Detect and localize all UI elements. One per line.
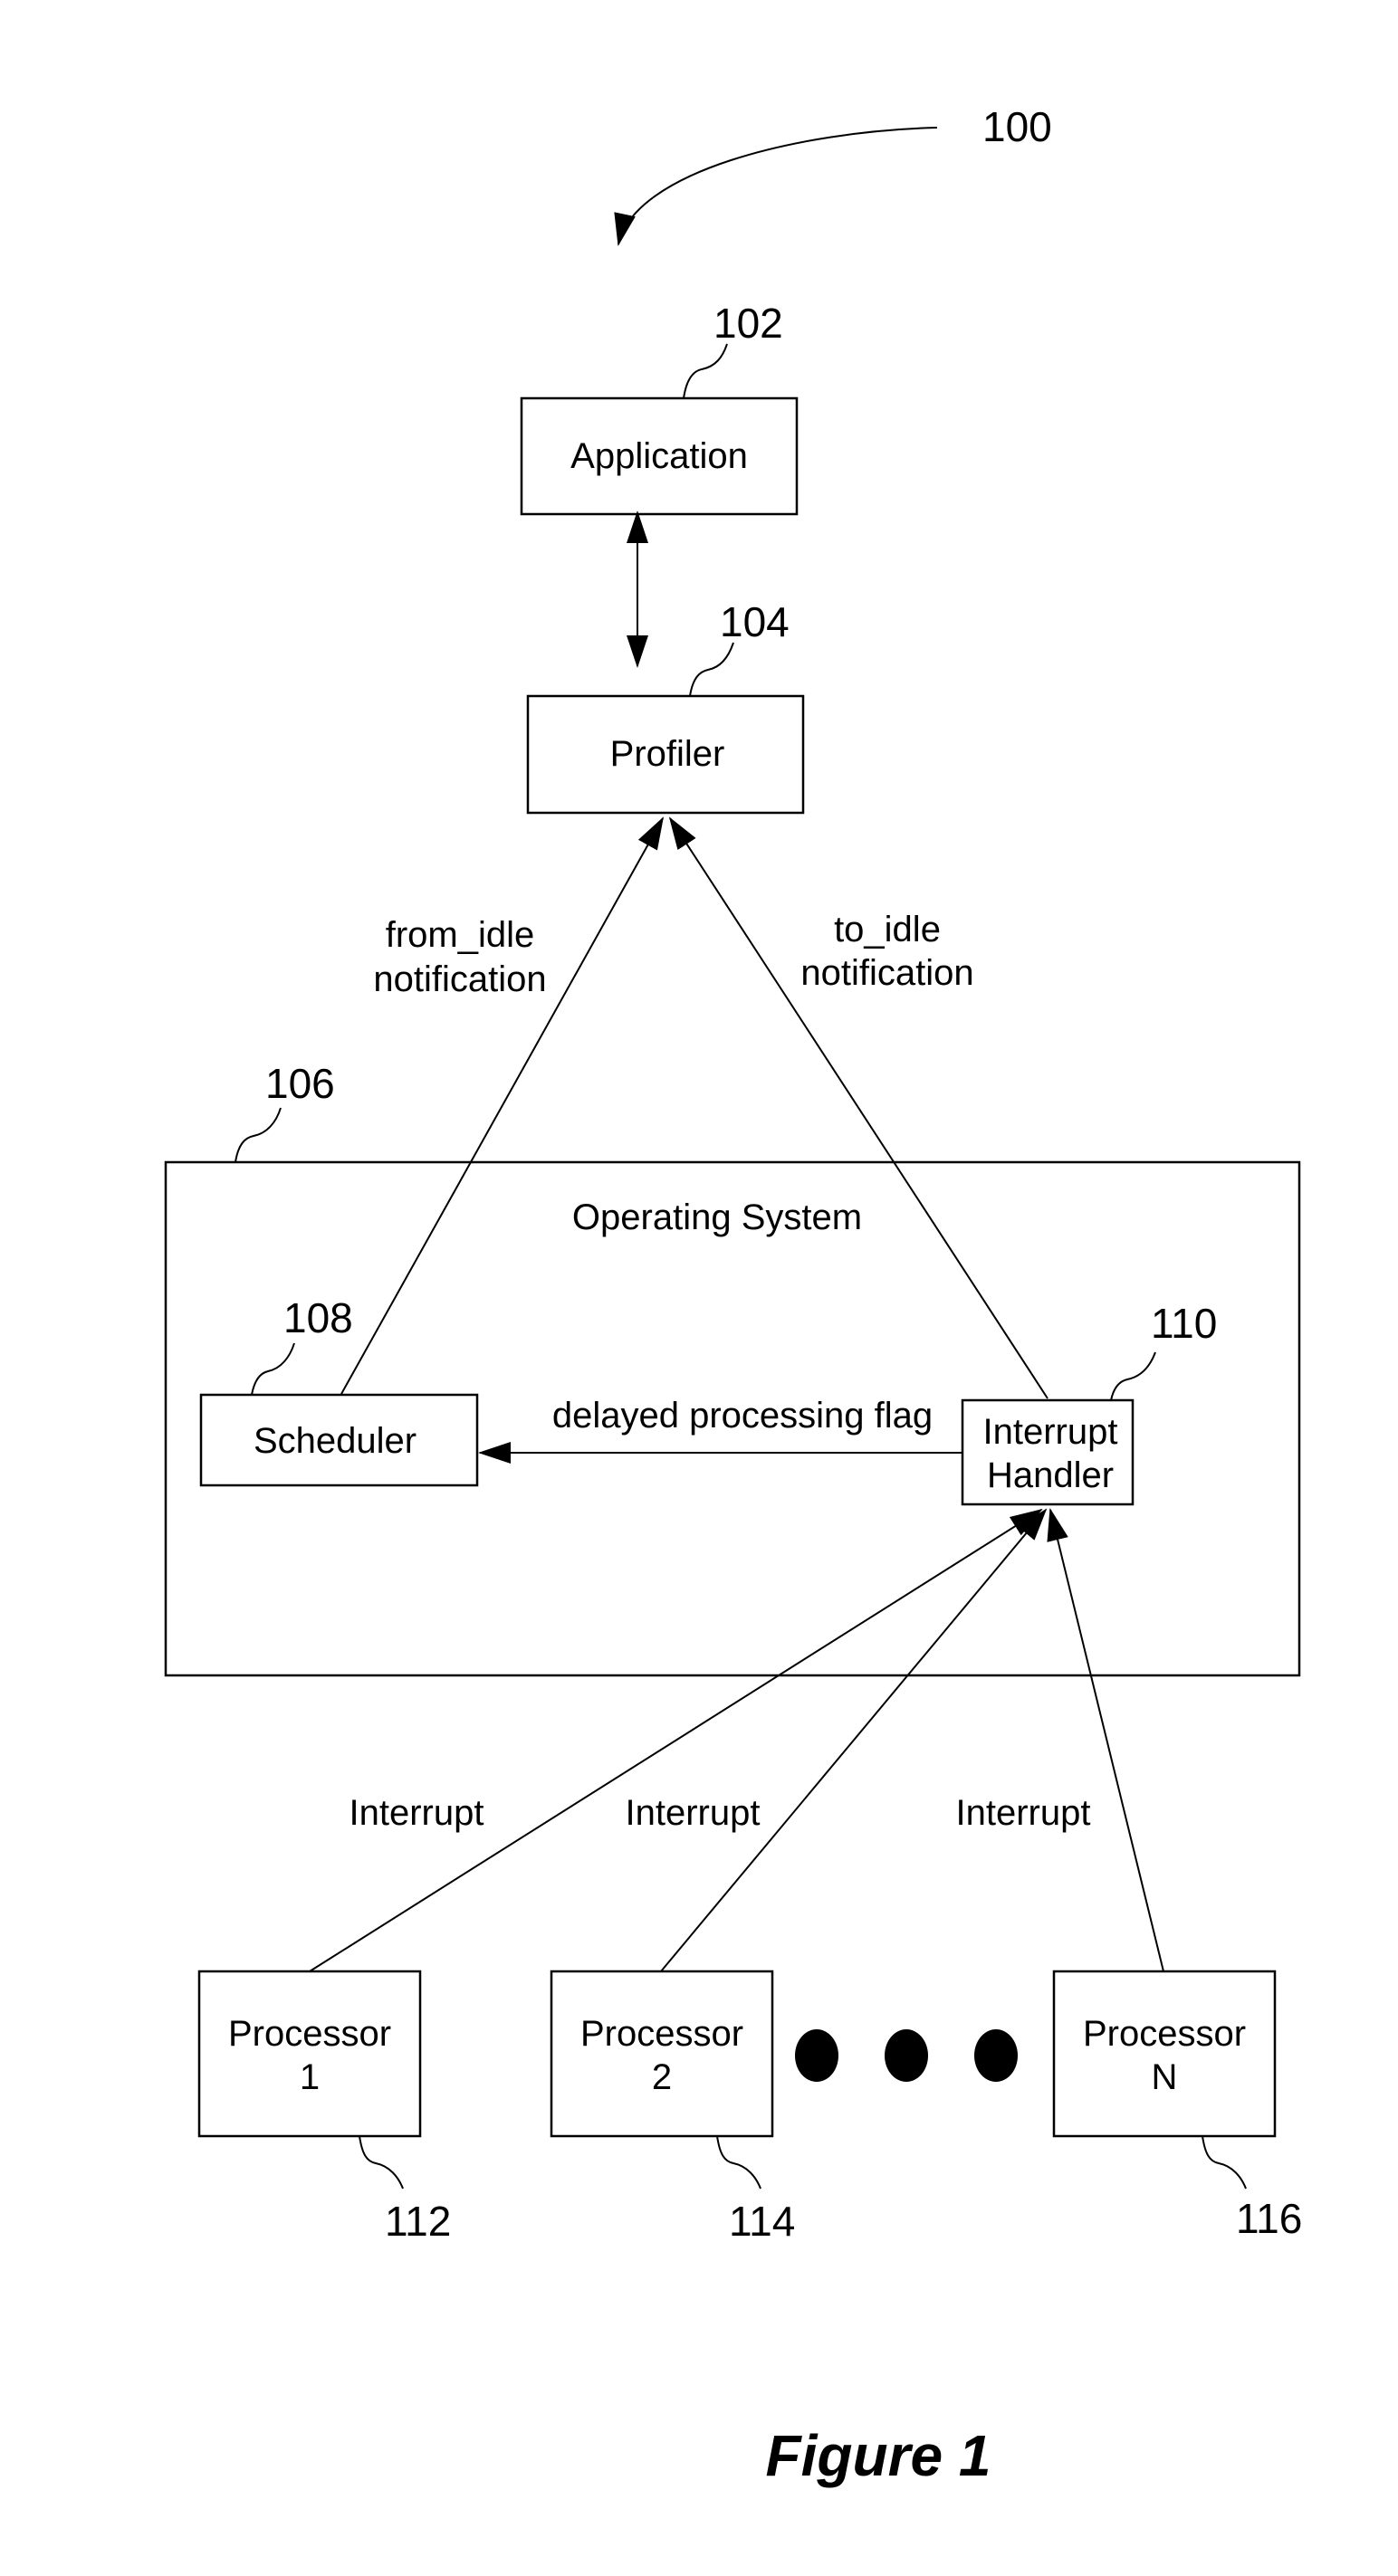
processor-2-box: [550, 1970, 774, 2138]
profiler-ref-leader: [689, 642, 734, 697]
from-idle-arrow: [340, 816, 664, 1395]
system-diagram: 100 Application 102 Profiler 104 from_id…: [164, 103, 1302, 2488]
interrupt-1-label: Interrupt: [350, 1793, 484, 1833]
application-label: Application: [570, 436, 748, 476]
processor-2-label-2: 2: [652, 2057, 672, 2097]
ellipsis-dot: [885, 2029, 928, 2082]
interrupt-2-arrow: [660, 1508, 1048, 1972]
to-idle-label-1: to_idle: [834, 910, 941, 949]
processor-1-label-2: 1: [300, 2057, 320, 2097]
application-ref-leader: [683, 343, 728, 399]
processor-2-ref-leader: [716, 2135, 761, 2190]
operating-system-label: Operating System: [572, 1197, 862, 1237]
processor-n-label-1: Processor: [1083, 2014, 1246, 2054]
operating-system-ref: 106: [265, 1060, 335, 1107]
scheduler-ref-leader: [251, 1342, 295, 1396]
figure-ref-100: 100: [982, 103, 1052, 150]
scheduler-ref: 108: [283, 1294, 353, 1341]
figure-caption: Figure 1: [766, 2423, 991, 2488]
interrupt-handler-ref-leader: [1110, 1351, 1156, 1401]
processor-1-box: [197, 1970, 422, 2138]
processor-1-ref-leader: [359, 2135, 404, 2190]
figure-ref-arrow: [614, 127, 938, 246]
interrupt-n-label: Interrupt: [956, 1793, 1091, 1833]
processor-2-label-1: Processor: [580, 2014, 743, 2054]
to-idle-arrow: [668, 816, 1048, 1399]
interrupt-1-arrow: [309, 1508, 1043, 1972]
interrupt-handler-label-2: Handler: [987, 1455, 1114, 1495]
processor-1-ref: 112: [385, 2198, 451, 2245]
processor-n-ref-leader: [1202, 2135, 1247, 2190]
processor-n-box: [1052, 1970, 1277, 2138]
ellipsis-dot: [974, 2029, 1018, 2082]
processor-n-ref: 116: [1236, 2195, 1302, 2242]
ellipsis-dots: [795, 2029, 1018, 2082]
processor-1-label-1: Processor: [228, 2014, 391, 2054]
application-ref: 102: [713, 300, 783, 347]
profiler-label: Profiler: [610, 734, 725, 774]
delayed-flag-label: delayed processing flag: [552, 1396, 933, 1436]
interrupt-n-arrow: [1047, 1508, 1164, 1972]
profiler-ref: 104: [720, 598, 790, 645]
operating-system-ref-leader: [235, 1107, 282, 1163]
to-idle-label-2: notification: [800, 953, 973, 993]
from-idle-label-2: notification: [373, 959, 546, 999]
processor-2-ref: 114: [729, 2198, 795, 2245]
from-idle-label-1: from_idle: [386, 915, 535, 955]
interrupt-2-label: Interrupt: [626, 1793, 761, 1833]
interrupt-handler-label-1: Interrupt: [983, 1412, 1118, 1452]
ellipsis-dot: [795, 2029, 838, 2082]
processor-n-label-2: N: [1152, 2057, 1178, 2097]
interrupt-handler-ref: 110: [1151, 1300, 1217, 1347]
scheduler-label: Scheduler: [254, 1421, 417, 1461]
